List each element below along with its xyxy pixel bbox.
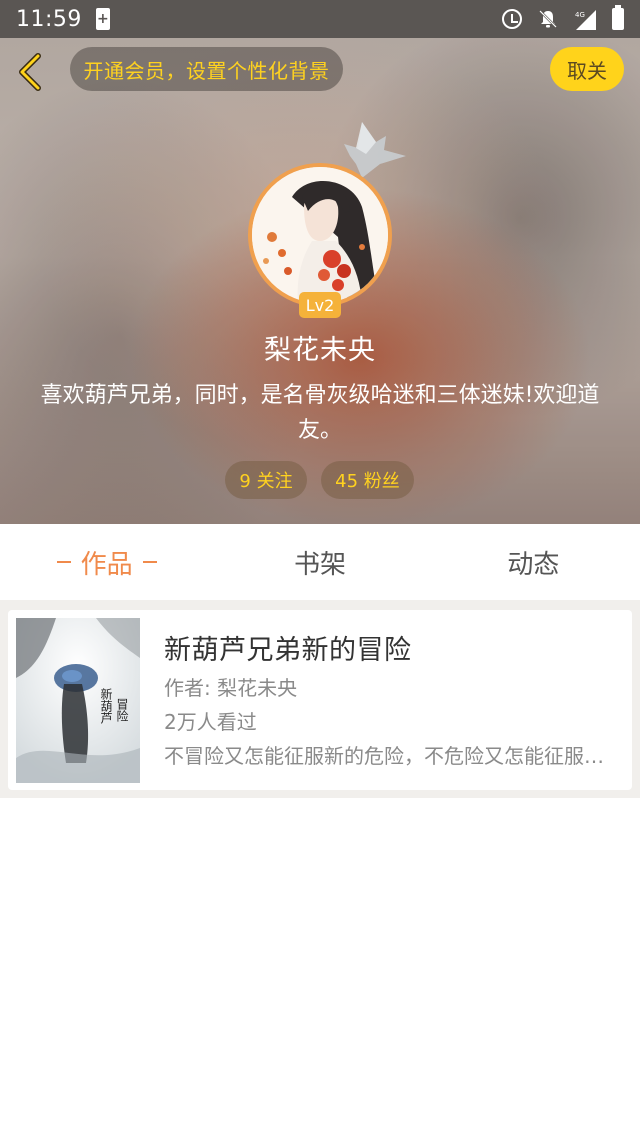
book-description: 不冒险又怎能征服新的危险，不危险又怎能征服新的冒险 <box>164 744 604 768</box>
chevron-left-icon <box>19 53 41 91</box>
tab-label: 动态 <box>507 549 560 580</box>
tab-activity[interactable]: 动态 <box>427 524 640 600</box>
bell-off-icon <box>539 10 557 28</box>
tab-label: 书架 <box>293 549 346 580</box>
vip-background-banner[interactable]: 开通会员，设置个性化背景 <box>70 47 343 91</box>
profile-tabs: 作品 书架 动态 <box>0 524 640 600</box>
battery-icon <box>612 5 624 30</box>
alarm-icon <box>502 9 522 29</box>
status-bar: 11:59 + 4G <box>0 0 640 38</box>
status-icons: 4G <box>502 5 624 30</box>
status-time: 11:59 <box>16 6 82 32</box>
book-cover[interactable]: 新葫芦 冒险 <box>16 618 140 783</box>
followers-count[interactable]: 45 粉丝 <box>321 461 414 499</box>
book-views: 2万人看过 <box>164 710 257 734</box>
unfollow-button[interactable]: 取关 <box>550 47 624 91</box>
user-name: 梨花未央 <box>264 335 376 366</box>
tab-active-indicator-left <box>56 561 71 563</box>
book-author: 作者: 梨花未央 <box>164 676 298 700</box>
signal-icon: 4G <box>575 10 596 30</box>
book-cover-image: 新葫芦 冒险 <box>16 618 140 783</box>
book-card[interactable]: 新葫芦 冒险 新葫芦兄弟新的冒险 作者: 梨花未央 2万人看过 不冒险又怎能征服… <box>8 610 632 790</box>
battery-charging-icon: + <box>95 8 110 30</box>
tab-active-indicator-right <box>142 561 157 563</box>
svg-text:冒险: 冒险 <box>115 698 129 722</box>
level-badge: Lv2 <box>299 292 341 318</box>
tab-bookshelf[interactable]: 书架 <box>213 524 426 600</box>
profile-header: 开通会员，设置个性化背景 取关 Lv2 梨花未央 喜欢葫芦兄弟，同时，是名骨灰级… <box>0 38 640 524</box>
following-count[interactable]: 9 关注 <box>225 461 307 499</box>
user-bio: 喜欢葫芦兄弟，同时，是名骨灰级哈迷和三体迷妹!欢迎道友。 <box>40 383 600 443</box>
tab-works[interactable]: 作品 <box>0 524 213 600</box>
svg-text:新葫芦: 新葫芦 <box>99 687 113 724</box>
book-title[interactable]: 新葫芦兄弟新的冒险 <box>164 628 412 667</box>
back-button[interactable] <box>14 52 46 92</box>
tab-label: 作品 <box>80 549 133 580</box>
avatar-image <box>252 167 388 303</box>
avatar[interactable] <box>248 163 392 307</box>
network-type: 4G <box>575 11 585 19</box>
